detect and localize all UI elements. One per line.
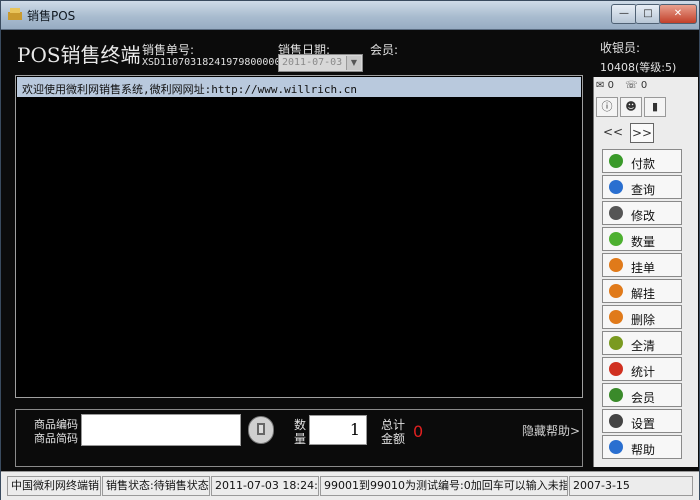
- status-datetime: 2011-07-03 18:24:19: [211, 476, 319, 496]
- unhold-icon: [609, 284, 623, 298]
- info-icon[interactable]: ⓘ: [596, 97, 618, 117]
- minimize-button[interactable]: —: [611, 4, 637, 24]
- settings-label: 设置: [631, 417, 656, 431]
- statistics-label: 统计: [631, 365, 656, 379]
- total-amount: 0: [413, 422, 424, 441]
- app-icon: [8, 8, 22, 20]
- code-label-2: 商品简码: [34, 432, 78, 445]
- date-select[interactable]: 2011-07-03 ▼: [278, 54, 363, 72]
- quantity-label: 数量: [631, 235, 656, 249]
- delete-button[interactable]: 删除: [602, 305, 682, 329]
- mail-icon[interactable]: ✉: [596, 80, 604, 91]
- maximize-button[interactable]: □: [635, 4, 661, 24]
- status-info: 99001到99010为测试编号:0加回车可以输入未指定?: [320, 476, 568, 496]
- pay-icon: [609, 154, 623, 168]
- help-label: 帮助: [631, 443, 656, 457]
- welcome-row[interactable]: 欢迎使用微利网销售系统,微利网网址:http://www.willrich.cn: [17, 77, 581, 97]
- users-icon[interactable]: ☻: [620, 97, 642, 117]
- add-icon: [609, 232, 623, 246]
- chart-icon: [609, 362, 623, 376]
- hold-button[interactable]: 挂单: [602, 253, 682, 277]
- hold-icon: [609, 258, 623, 272]
- help-icon: [609, 440, 623, 454]
- pay-label: 付款: [631, 157, 656, 171]
- unhold-label: 解挂: [631, 287, 656, 301]
- msg-count: 0: [640, 80, 648, 91]
- cashier-label: 收银员:: [600, 41, 641, 55]
- hold-label: 挂单: [631, 261, 656, 275]
- close-button[interactable]: ✕: [659, 4, 697, 24]
- quantity-input[interactable]: 1: [309, 415, 367, 445]
- pay-button[interactable]: 付款: [602, 149, 682, 173]
- hide-help-link[interactable]: 隐藏帮助>: [522, 422, 580, 439]
- cashier-value: 10408(等级:5): [600, 61, 677, 74]
- window-title: 销售POS: [27, 9, 76, 23]
- status-state: 销售状态:待销售状态: [102, 476, 210, 496]
- status-bar: 中国微利网终端销 销售状态:待销售状态 2011-07-03 18:24:19 …: [1, 471, 699, 500]
- next-page-button[interactable]: >>: [630, 123, 654, 143]
- barcode-icon[interactable]: ▮: [644, 97, 666, 117]
- page-title: POS销售终端: [17, 43, 141, 67]
- order-no-label: 销售单号:: [142, 43, 195, 57]
- scan-icon: [257, 423, 265, 435]
- chevron-down-icon[interactable]: ▼: [346, 56, 361, 70]
- statistics-button[interactable]: 统计: [602, 357, 682, 381]
- status-company: 中国微利网终端销: [7, 476, 101, 496]
- clear-all-button[interactable]: 全清: [602, 331, 682, 355]
- modify-label: 修改: [631, 209, 656, 223]
- product-code-input[interactable]: [81, 414, 241, 446]
- quantity-button[interactable]: 数量: [602, 227, 682, 251]
- sales-item-list[interactable]: 欢迎使用微利网销售系统,微利网网址:http://www.willrich.cn: [15, 75, 583, 398]
- pos-window: 销售POS — □ ✕ POS销售终端 销售单号: XSD11070318241…: [0, 0, 700, 500]
- pencil-icon: [609, 206, 623, 220]
- mail-count: 0: [607, 80, 614, 91]
- settings-button[interactable]: 设置: [602, 409, 682, 433]
- right-panel: ✉ 0 ☏ 0 ⓘ ☻ ▮ << >> 付款 查询 修改 数量 挂单 解挂 删除…: [593, 77, 698, 467]
- prev-page-button[interactable]: <<: [602, 123, 624, 141]
- scan-button[interactable]: [248, 416, 274, 444]
- member-button[interactable]: 会员: [602, 383, 682, 407]
- member-label: 会员:: [370, 43, 399, 57]
- member-button-label: 会员: [631, 391, 656, 405]
- clear-all-label: 全清: [631, 339, 656, 353]
- order-no-value: XSD110703182419798000001: [142, 57, 287, 68]
- date-value: 2011-07-03: [282, 57, 343, 68]
- welcome-text: 欢迎使用微利网销售系统,微利网网址:http://www.willrich.cn: [22, 83, 357, 96]
- member-icon: [609, 388, 623, 402]
- help-button[interactable]: 帮助: [602, 435, 682, 459]
- qty-label-2: 量: [294, 432, 307, 446]
- query-button[interactable]: 查询: [602, 175, 682, 199]
- query-label: 查询: [631, 183, 656, 197]
- total-label-2: 金额: [381, 432, 406, 446]
- delete-icon: [609, 310, 623, 324]
- notification-row: ✉ 0 ☏ 0: [596, 80, 647, 91]
- search-icon: [609, 180, 623, 194]
- delete-label: 删除: [631, 313, 656, 327]
- unhold-button[interactable]: 解挂: [602, 279, 682, 303]
- settings-icon: [609, 414, 623, 428]
- panel-tabs: ⓘ ☻ ▮: [596, 97, 694, 117]
- modify-button[interactable]: 修改: [602, 201, 682, 225]
- clear-icon: [609, 336, 623, 350]
- title-bar: 销售POS — □ ✕: [1, 1, 699, 30]
- chat-icon[interactable]: ☏: [625, 80, 638, 91]
- status-version-date: 2007-3-15: [569, 476, 693, 496]
